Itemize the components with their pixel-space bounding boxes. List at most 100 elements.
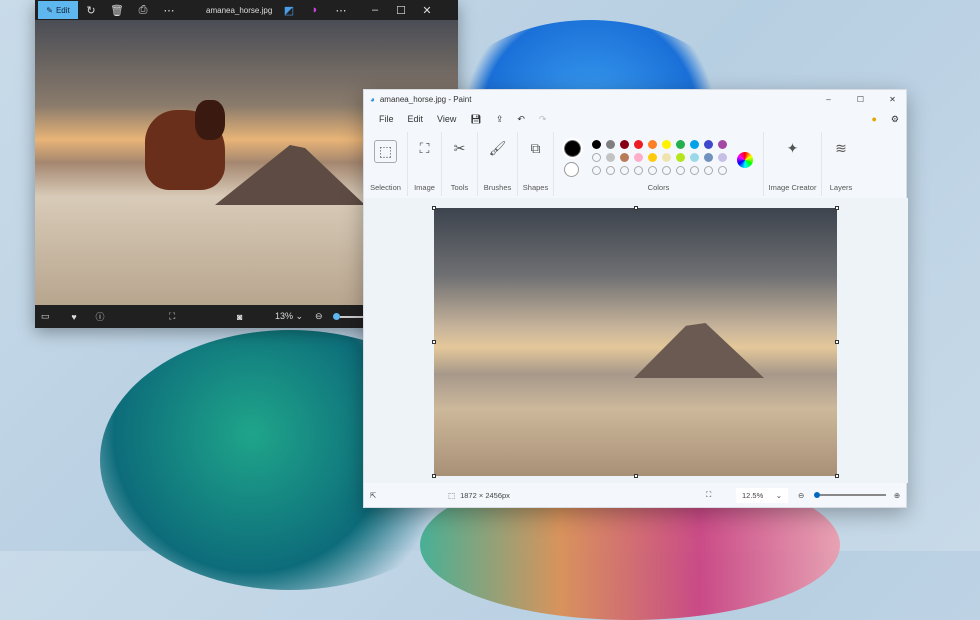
snapshot-icon[interactable]: ◙ [237, 312, 257, 322]
paint-logo-icon: ◕ [370, 94, 375, 104]
redo-icon[interactable]: ↷ [532, 114, 554, 125]
photos-toolbar: ✎ Edit ↻ 🗑 ⎙ ⋯ amanea_horse.jpg ◩ ◗ ⋯ – ☐… [35, 0, 458, 20]
color-swatch[interactable] [661, 166, 671, 175]
layers-button[interactable]: ≋ Layers [822, 132, 860, 196]
color-swatch[interactable] [619, 166, 629, 175]
zoom-out-icon[interactable]: ⊖ [798, 491, 814, 500]
color-swatch[interactable] [675, 140, 685, 149]
image-group[interactable]: ⛶ Image [408, 132, 442, 196]
image-icon: ⛶ [419, 140, 430, 156]
color-swatch[interactable] [591, 153, 601, 162]
settings-icon[interactable]: ⚙ [884, 114, 906, 125]
minimize-icon[interactable]: – [815, 95, 842, 104]
resize-handle[interactable] [634, 474, 638, 478]
resize-handle[interactable] [432, 206, 436, 210]
color-swatch[interactable] [647, 140, 657, 149]
resize-handle[interactable] [835, 474, 839, 478]
color-swatch[interactable] [605, 153, 615, 162]
color-palette [589, 140, 729, 179]
info-icon[interactable]: ⓘ [87, 310, 113, 323]
image-creator-icon: ✦ [786, 140, 799, 156]
clipchamp-icon[interactable]: ◗ [302, 4, 328, 16]
color-swatch[interactable] [605, 140, 615, 149]
more-icon[interactable]: ⋯ [328, 4, 354, 17]
image-dimensions: 1872 × 2456px [460, 490, 510, 500]
edit-icon: ✎ [46, 5, 53, 15]
fit-to-window-icon[interactable]: ⛶ [706, 490, 726, 500]
brushes-group[interactable]: 🖌︎ Brushes [478, 132, 518, 196]
color-swatch[interactable] [703, 166, 713, 175]
color-swatch[interactable] [703, 140, 713, 149]
resize-handle[interactable] [432, 340, 436, 344]
color-swatch[interactable] [647, 166, 657, 175]
color-swatch[interactable] [675, 153, 685, 162]
resize-handle[interactable] [835, 340, 839, 344]
copilot-icon[interactable]: ● [864, 114, 883, 124]
color-swatch[interactable] [619, 153, 629, 162]
favorite-icon[interactable]: ♥ [61, 312, 87, 322]
menu-view[interactable]: View [430, 114, 463, 124]
color-swatch[interactable] [689, 140, 699, 149]
close-icon[interactable]: ✕ [879, 95, 906, 104]
more-icon[interactable]: ⋯ [156, 4, 182, 17]
maximize-icon[interactable]: ☐ [847, 95, 874, 104]
color-swatch[interactable] [633, 140, 643, 149]
zoom-select[interactable]: 13% ⌄ [265, 311, 315, 322]
fit-icon[interactable]: ⛶ [169, 311, 189, 322]
color-swatch[interactable] [619, 140, 629, 149]
color-swatch[interactable] [661, 153, 671, 162]
color-swatch[interactable] [717, 166, 727, 175]
print-icon[interactable]: ⎙ [130, 4, 156, 17]
primary-color[interactable] [562, 138, 583, 159]
undo-icon[interactable]: ↶ [510, 114, 532, 125]
color-swatch[interactable] [717, 140, 727, 149]
zoom-out-icon[interactable]: ⊖ [315, 311, 333, 322]
window-title: amanea_horse.jpg - Paint [379, 94, 472, 104]
maximize-icon[interactable]: ☐ [388, 4, 414, 17]
zoom-in-icon[interactable]: ⊕ [886, 491, 908, 500]
save-icon[interactable]: 💾︎ [463, 114, 488, 125]
shapes-group[interactable]: ⧉ Shapes [518, 132, 554, 196]
colors-group: Colors [554, 132, 764, 196]
zoom-slider[interactable] [814, 492, 886, 498]
selection-group[interactable]: ⬚ Selection [364, 132, 408, 196]
resize-handle[interactable] [432, 474, 436, 478]
minimize-icon[interactable]: – [362, 4, 388, 16]
close-icon[interactable]: ✕ [414, 4, 440, 17]
color-swatch[interactable] [647, 153, 657, 162]
resize-handle[interactable] [835, 206, 839, 210]
menu-file[interactable]: File [372, 114, 401, 124]
color-swatch[interactable] [689, 166, 699, 175]
color-swatch[interactable] [689, 153, 699, 162]
brush-icon: 🖌︎ [488, 140, 507, 156]
canvas-image[interactable] [434, 208, 837, 476]
tools-group[interactable]: ✂ Tools [442, 132, 478, 196]
paint-window: ◕ amanea_horse.jpg - Paint – ☐ ✕ File Ed… [363, 89, 908, 508]
ribbon: ⬚ Selection ⛶ Image ✂ Tools 🖌︎ Brushes ⧉ Shap… [364, 132, 908, 196]
delete-icon[interactable]: 🗑 [104, 4, 130, 17]
selection-size-icon: ⬚ [448, 490, 456, 500]
color-swatch[interactable] [605, 166, 615, 175]
resize-handle[interactable] [634, 206, 638, 210]
color-swatch[interactable] [661, 140, 671, 149]
filmstrip-icon[interactable]: ▭ [41, 311, 61, 322]
canvas-area[interactable] [364, 198, 908, 483]
color-swatch[interactable] [717, 153, 727, 162]
edit-button[interactable]: ✎ Edit [38, 1, 78, 19]
tools-icon: ✂ [453, 140, 466, 156]
rotate-icon[interactable]: ↻ [78, 4, 104, 17]
selection-icon: ⬚ [373, 140, 398, 163]
color-swatch[interactable] [633, 153, 643, 162]
image-creator-button[interactable]: ✦ Image Creator [764, 132, 822, 196]
share-icon[interactable]: ⇪ [489, 114, 511, 125]
color-swatch[interactable] [703, 153, 713, 162]
menu-edit[interactable]: Edit [401, 114, 431, 124]
secondary-color[interactable] [564, 162, 579, 177]
color-picker-icon[interactable] [737, 152, 753, 168]
zoom-select[interactable]: 12.5% ⌄ [736, 487, 788, 503]
color-swatch[interactable] [675, 166, 685, 175]
color-swatch[interactable] [591, 166, 601, 175]
color-swatch[interactable] [591, 140, 601, 149]
color-swatch[interactable] [633, 166, 643, 175]
paint-app-icon[interactable]: ◩ [276, 4, 302, 17]
